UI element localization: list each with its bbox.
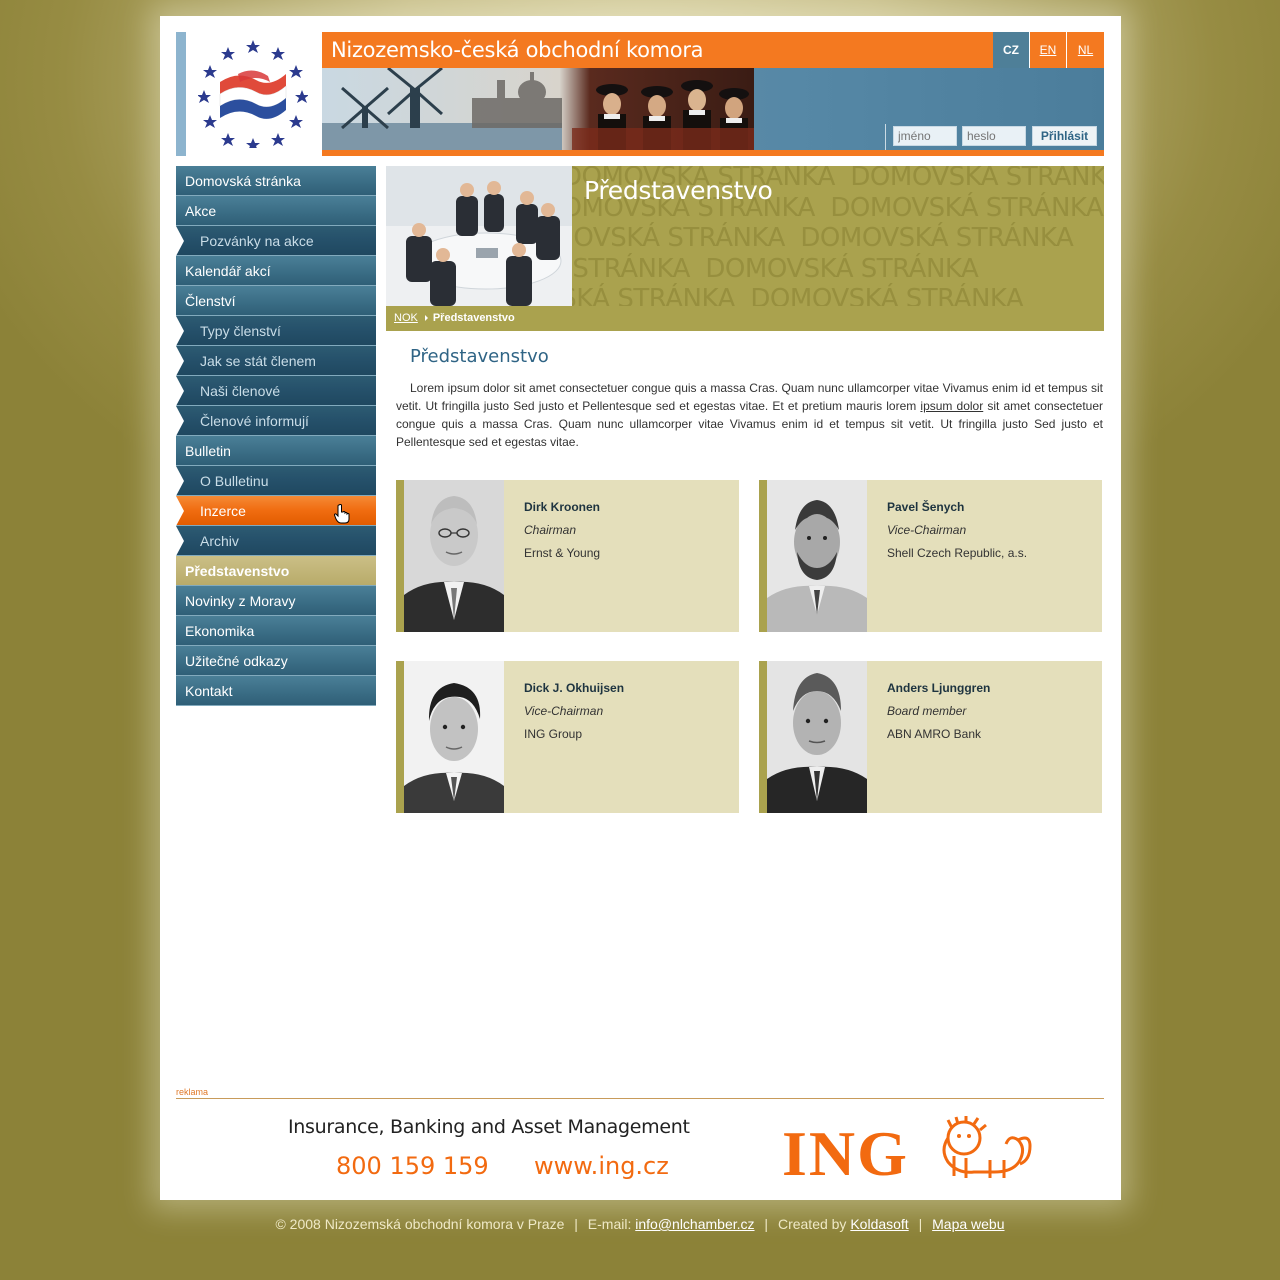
lang-nl-link[interactable]: NL — [1067, 32, 1104, 68]
member-company: ING Group — [524, 727, 583, 741]
site-title: Nizozemsko-česká obchodní komora — [322, 32, 993, 68]
footer-email-link[interactable]: info@nlchamber.cz — [635, 1216, 754, 1232]
member-name: Dirk Kroonen — [524, 500, 601, 514]
member-name: Anders Ljunggren — [887, 681, 991, 695]
nav-item-nasi-clenove[interactable]: Naši členové — [176, 376, 376, 406]
member-card: Pavel Šenych Vice-Chairman Shell Czech R… — [759, 480, 1102, 632]
nav-item-o-bulletinu[interactable]: O Bulletinu — [176, 466, 376, 496]
nav-item-pozvanky[interactable]: Pozvánky na akce — [176, 226, 376, 256]
nav-item-kontakt[interactable]: Kontakt — [176, 676, 376, 706]
nav-item-archiv[interactable]: Archiv — [176, 526, 376, 556]
ad-tagline[interactable]: Insurance, Banking and Asset Management — [288, 1116, 690, 1138]
logo-accent-bar — [176, 32, 186, 156]
nav-item-novinky-z-moravy[interactable]: Novinky z Moravy — [176, 586, 376, 616]
nav-item-clenove-informuji[interactable]: Členové informují — [176, 406, 376, 436]
page-title: Představenstvo — [410, 346, 549, 367]
nav-item-inzerce-label: Inzerce — [200, 503, 246, 519]
ad-divider — [176, 1098, 1104, 1099]
member-card: Anders Ljunggren Board member ABN AMRO B… — [759, 661, 1102, 813]
nav-item-ekonomika[interactable]: Ekonomika — [176, 616, 376, 646]
banner-meeting-photo — [386, 166, 572, 306]
ad-label: reklama — [176, 1087, 209, 1097]
page-container: Nizozemsko-česká obchodní komora CZ EN N… — [160, 16, 1121, 1200]
nav-item-typy-clenstvi[interactable]: Typy členství — [176, 316, 376, 346]
member-role: Board member — [887, 704, 967, 718]
nav-item-kalendar[interactable]: Kalendář akcí — [176, 256, 376, 286]
nav-item-akce[interactable]: Akce — [176, 196, 376, 226]
member-card-accent — [759, 661, 767, 813]
footer-copyright: © 2008 Nizozemská obchodní komora v Praz… — [275, 1216, 565, 1232]
ad-web-link[interactable]: www.ing.cz — [534, 1152, 669, 1180]
breadcrumb: NOK Představenstvo — [386, 306, 1104, 331]
footer-creator-link[interactable]: Koldasoft — [850, 1216, 908, 1232]
lang-en-link[interactable]: EN — [1030, 32, 1066, 68]
logo[interactable] — [176, 32, 322, 156]
member-photo — [767, 661, 867, 813]
member-card-accent — [396, 661, 404, 813]
member-company: Shell Czech Republic, a.s. — [887, 546, 1028, 560]
member-name: Pavel Šenych — [887, 500, 965, 514]
breadcrumb-arrow-icon — [424, 314, 428, 321]
footer-separator: | — [574, 1216, 578, 1232]
member-company: Ernst & Young — [524, 546, 601, 560]
lang-cz-button[interactable]: CZ — [993, 32, 1029, 68]
member-photo — [404, 661, 504, 813]
member-role: Vice-Chairman — [887, 523, 967, 537]
member-card: Dirk Kroonen Chairman Ernst & Young — [396, 480, 739, 632]
ing-logo-text[interactable]: ING — [782, 1116, 909, 1192]
nav-item-clenstvi[interactable]: Členství — [176, 286, 376, 316]
footer-sitemap-link[interactable]: Mapa webu — [932, 1216, 1004, 1232]
login-password-input[interactable] — [962, 126, 1026, 146]
member-role: Chairman — [524, 523, 577, 537]
member-role: Vice-Chairman — [524, 704, 604, 718]
section-banner: DOMOVSKÁ STRÁNKA DOMOVSKÁ STRÁNKA DOMOVS… — [386, 166, 1104, 306]
footer: © 2008 Nizozemská obchodní komora v Praz… — [0, 1216, 1280, 1232]
nav-item-bulletin[interactable]: Bulletin — [176, 436, 376, 466]
nav-item-uzitecne-odkazy[interactable]: Užitečné odkazy — [176, 646, 376, 676]
hand-cursor-icon — [334, 504, 350, 524]
member-name: Dick J. Okhuijsen — [524, 681, 625, 695]
login-divider — [885, 124, 886, 150]
chamber-logo-icon — [198, 40, 308, 148]
intro-link[interactable]: ipsum dolor — [920, 399, 983, 413]
footer-separator: | — [918, 1216, 923, 1232]
nav-item-jak-se-stat-clenem[interactable]: Jak se stát členem — [176, 346, 376, 376]
member-card-accent — [396, 480, 404, 632]
main-navigation: Domovská stránka Akce Pozvánky na akce K… — [176, 166, 376, 706]
member-photo — [404, 480, 504, 632]
login-name-input[interactable] — [893, 126, 957, 146]
breadcrumb-home-link[interactable]: NOK — [394, 312, 418, 324]
header-photo-collage — [322, 68, 754, 150]
member-card-accent — [759, 480, 767, 632]
header-divider — [322, 150, 1104, 156]
member-company: ABN AMRO Bank — [887, 727, 982, 741]
ad-phone[interactable]: 800 159 159 — [336, 1152, 489, 1180]
banner-title: Představenstvo — [584, 176, 773, 205]
footer-separator: | — [764, 1216, 769, 1232]
nav-item-predstavenstvo[interactable]: Představenstvo — [176, 556, 376, 586]
login-button[interactable]: Přihlásit — [1032, 126, 1097, 146]
footer-created-label: Created by — [777, 1216, 847, 1232]
member-photo — [767, 480, 867, 632]
member-card: Dick J. Okhuijsen Vice-Chairman ING Grou… — [396, 661, 739, 813]
breadcrumb-current: Představenstvo — [432, 312, 515, 324]
intro-paragraph: Lorem ipsum dolor sit amet consectetuer … — [396, 379, 1103, 451]
ing-lion-icon[interactable] — [934, 1116, 1034, 1182]
nav-item-inzerce[interactable]: Inzerce — [176, 496, 376, 526]
footer-email-label: E-mail: — [587, 1216, 632, 1232]
nav-item-home[interactable]: Domovská stránka — [176, 166, 376, 196]
